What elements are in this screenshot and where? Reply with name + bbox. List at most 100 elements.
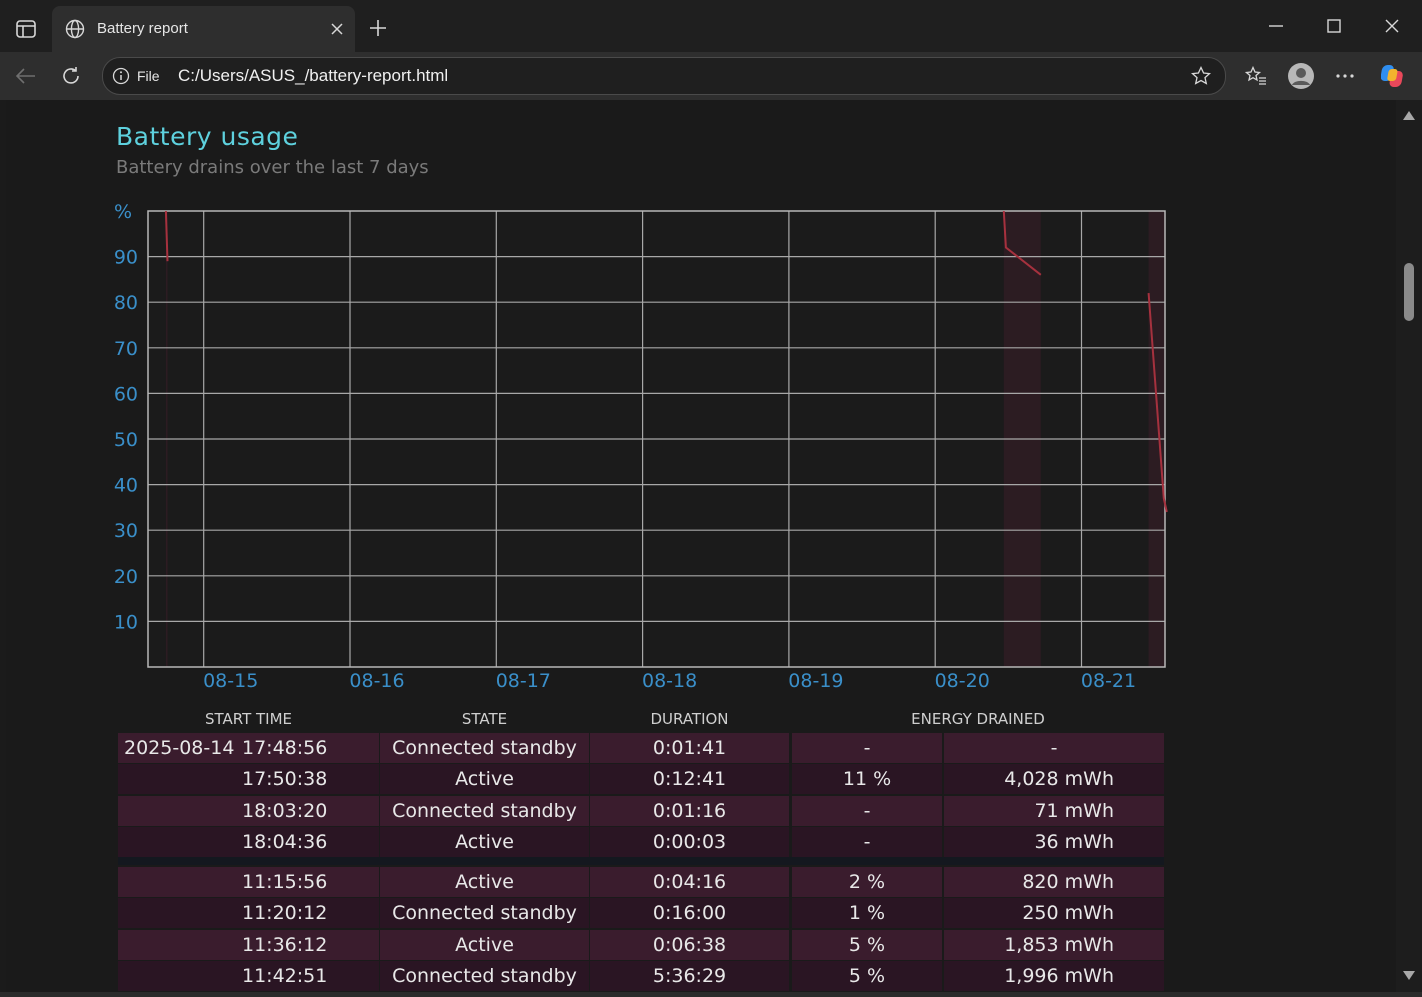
- address-bar[interactable]: File C:/Users/ASUS_/battery-report.html: [102, 57, 1226, 95]
- browser-tab[interactable]: Battery report: [52, 6, 355, 52]
- table-row: 17:50:38 Active 0:12:41 11 % 4,028 mWh: [118, 764, 1164, 794]
- day-separator: [118, 857, 1164, 865]
- energy-mwh-cell: 1,996 mWh: [944, 961, 1164, 991]
- table-header: START TIME: [204, 710, 293, 728]
- browser-toolbar: File C:/Users/ASUS_/battery-report.html: [0, 52, 1422, 100]
- energy-percent-cell: 2 %: [792, 867, 942, 897]
- page-content: Battery usage Battery drains over the la…: [6, 100, 1396, 992]
- scroll-up-arrow-icon[interactable]: [1401, 108, 1417, 122]
- window-bottom-edge: [0, 992, 1422, 997]
- energy-percent-cell: 11 %: [792, 764, 942, 794]
- duration-cell: 0:01:41: [590, 733, 789, 763]
- table-row: 11:36:12 Active 0:06:38 5 % 1,853 mWh: [118, 930, 1164, 960]
- energy-mwh-cell: 250 mWh: [944, 898, 1164, 928]
- y-tick-label: 70: [114, 338, 138, 360]
- favorites-icon[interactable]: [1244, 64, 1268, 88]
- energy-mwh-cell: -: [944, 733, 1164, 763]
- table-header: STATE: [461, 710, 508, 728]
- start-time-cell: 11:20:12: [118, 898, 379, 928]
- state-cell: Active: [380, 764, 589, 794]
- state-cell: Active: [380, 827, 589, 857]
- state-cell: Connected standby: [380, 796, 589, 826]
- energy-percent-cell: 5 %: [792, 930, 942, 960]
- start-time-cell: 17:50:38: [118, 764, 379, 794]
- y-tick-label: 20: [114, 566, 138, 588]
- start-time: 18:04:36: [242, 831, 328, 853]
- start-time-cell: 11:15:56: [118, 867, 379, 897]
- y-tick-label: 40: [114, 475, 138, 497]
- battery-usage-chart: 10 20 30 40 50 60 70 80 90% 08-15 08-16 08-17 08-18 0…: [114, 201, 1168, 692]
- start-time-cell: 11:42:51: [118, 961, 379, 991]
- x-tick-label: 08-20: [935, 670, 990, 692]
- scrollbar-thumb[interactable]: [1404, 263, 1414, 321]
- energy-mwh-cell: 36 mWh: [944, 827, 1164, 857]
- vertical-scrollbar[interactable]: [1396, 100, 1422, 992]
- table-row: 11:15:56 Active 0:04:16 2 % 820 mWh: [118, 867, 1164, 897]
- duration-cell: 0:06:38: [590, 930, 789, 960]
- start-date: 2025-08-14: [124, 737, 235, 759]
- new-tab-icon[interactable]: [366, 16, 390, 40]
- table-row: 18:04:36 Active 0:00:03-36 mWh: [118, 827, 1164, 857]
- duration-cell: 5:36:29: [590, 961, 789, 991]
- duration-cell: 0:16:00: [590, 898, 789, 928]
- start-time: 11:15:56: [242, 871, 328, 893]
- maximize-icon[interactable]: [1322, 14, 1346, 38]
- favorite-star-icon[interactable]: [1190, 65, 1212, 87]
- tab-title: Battery report: [97, 20, 188, 37]
- energy-percent-cell: 5 %: [792, 961, 942, 991]
- y-axis-label: %: [114, 201, 132, 223]
- address-url[interactable]: C:/Users/ASUS_/battery-report.html: [178, 66, 448, 86]
- duration-cell: 0:04:16: [590, 867, 789, 897]
- globe-icon: [64, 18, 86, 40]
- table-row: 11:20:12 Connected standby 0:16:00 1 % 250 m…: [118, 898, 1164, 928]
- start-time-cell: 18:03:20: [118, 796, 379, 826]
- refresh-icon[interactable]: [59, 64, 83, 88]
- energy-mwh-cell: 4,028 mWh: [944, 764, 1164, 794]
- minimize-icon[interactable]: [1264, 14, 1288, 38]
- x-tick-label: 08-17: [496, 670, 551, 692]
- duration-cell: 0:12:41: [590, 764, 789, 794]
- more-menu-icon[interactable]: [1333, 64, 1357, 88]
- start-time-cell: 18:04:36: [118, 827, 379, 857]
- close-window-icon[interactable]: [1380, 14, 1404, 38]
- start-time: 11:20:12: [242, 902, 328, 924]
- copilot-icon[interactable]: [1379, 61, 1409, 91]
- energy-mwh-cell: 1,853 mWh: [944, 930, 1164, 960]
- state-cell: Connected standby: [380, 961, 589, 991]
- back-icon[interactable]: [14, 64, 38, 88]
- energy-percent-cell: -: [792, 827, 942, 857]
- energy-mwh-cell: 71 mWh: [944, 796, 1164, 826]
- table-row: 18:03:20 Connected standby 0:01:16-71 mWh: [118, 796, 1164, 826]
- y-tick-label: 80: [114, 292, 138, 314]
- x-tick-label: 08-21: [1081, 670, 1136, 692]
- start-time: 17:48:56: [242, 737, 328, 759]
- scroll-down-arrow-icon[interactable]: [1401, 968, 1417, 982]
- y-tick-label: 90: [114, 247, 138, 269]
- start-time: 11:36:12: [242, 934, 328, 956]
- y-tick-label: 50: [114, 429, 138, 451]
- sidebar-toggle-icon[interactable]: [14, 17, 38, 41]
- table-row: 2025-08-14 17:48:56 Connected standby 0:01:…: [118, 733, 1164, 763]
- table-row: 11:42:51 Connected standby 5:36:29 5 % 1,996…: [118, 961, 1164, 991]
- y-tick-label: 60: [114, 383, 138, 405]
- start-time: 11:42:51: [242, 965, 328, 987]
- close-tab-icon[interactable]: [326, 18, 348, 40]
- energy-percent-cell: -: [792, 796, 942, 826]
- x-tick-label: 08-18: [642, 670, 697, 692]
- table-header: ENERGY DRAINED: [911, 710, 1045, 728]
- start-time-cell: 11:36:12: [118, 930, 379, 960]
- duration-cell: 0:01:16: [590, 796, 789, 826]
- info-icon[interactable]: [111, 66, 131, 86]
- duration-cell: 0:00:03: [590, 827, 789, 857]
- start-time: 18:03:20: [242, 800, 328, 822]
- state-cell: Active: [380, 867, 589, 897]
- y-tick-label: 10: [114, 611, 138, 633]
- energy-mwh-cell: 820 mWh: [944, 867, 1164, 897]
- energy-percent-cell: -: [792, 733, 942, 763]
- table-header: DURATION: [650, 710, 729, 728]
- start-time-cell: 2025-08-14 17:48:56: [118, 733, 379, 763]
- profile-avatar-icon[interactable]: [1286, 61, 1316, 91]
- state-cell: Connected standby: [380, 733, 589, 763]
- title-bar: Battery report: [0, 0, 1422, 52]
- x-tick-label: 08-16: [349, 670, 404, 692]
